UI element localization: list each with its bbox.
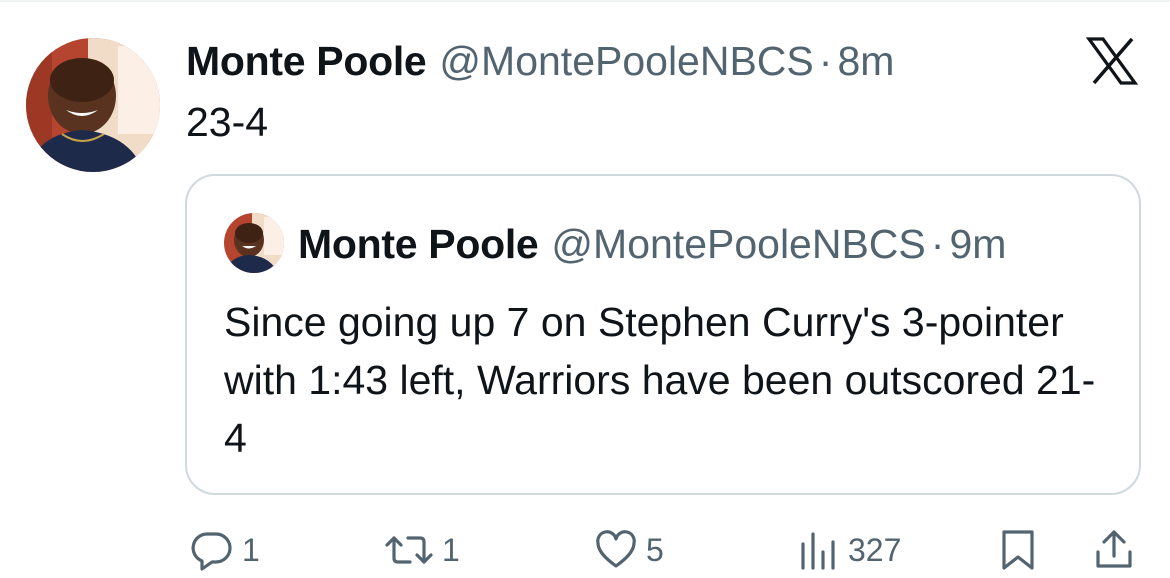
quoted-author-avatar[interactable] (224, 213, 284, 273)
share-icon (1096, 530, 1132, 568)
quoted-tweet-card[interactable]: Monte Poole @MontePooleNBCS · 9m Since g… (185, 174, 1141, 495)
views-icon (801, 532, 835, 570)
retweet-icon (385, 536, 433, 564)
quoted-tweet-text: Since going up 7 on Stephen Curry's 3-po… (224, 299, 1096, 461)
tweet-timestamp[interactable]: 8m (837, 36, 894, 86)
tweet-text: 23-4 (186, 99, 269, 145)
quoted-tweet-header: Monte Poole @MontePooleNBCS · 9m (298, 219, 1006, 269)
reply-count: 1 (242, 532, 260, 568)
retweet-count: 1 (442, 532, 460, 568)
quoted-tweet-timestamp[interactable]: 9m (949, 219, 1006, 269)
avatar-photo (26, 38, 160, 172)
reply-button[interactable]: 1 (190, 528, 260, 572)
avatar-photo (224, 213, 284, 273)
author-handle[interactable]: @MontePooleNBCS (439, 36, 813, 86)
retweet-button[interactable]: 1 (384, 528, 460, 572)
x-logo-icon (1085, 36, 1139, 86)
bookmark-icon (1002, 530, 1034, 570)
separator-dot: · (930, 221, 945, 267)
reply-icon (191, 532, 232, 571)
share-button[interactable] (1092, 528, 1136, 572)
views-button[interactable]: 327 (796, 528, 901, 572)
top-divider (0, 0, 1170, 2)
quoted-author-name[interactable]: Monte Poole (298, 219, 539, 269)
separator-dot: · (818, 38, 833, 84)
like-count: 5 (646, 532, 664, 568)
quoted-author-handle[interactable]: @MontePooleNBCS (551, 219, 925, 269)
views-count: 327 (848, 532, 902, 568)
tweet-header: Monte Poole @MontePooleNBCS · 8m (186, 36, 894, 86)
like-button[interactable]: 5 (594, 528, 664, 572)
tweet-actions-bar: 1 1 5 327 (0, 520, 1170, 578)
bookmark-button[interactable] (996, 528, 1040, 572)
heart-icon (596, 530, 636, 568)
author-avatar[interactable] (26, 38, 160, 172)
author-name[interactable]: Monte Poole (186, 36, 427, 86)
